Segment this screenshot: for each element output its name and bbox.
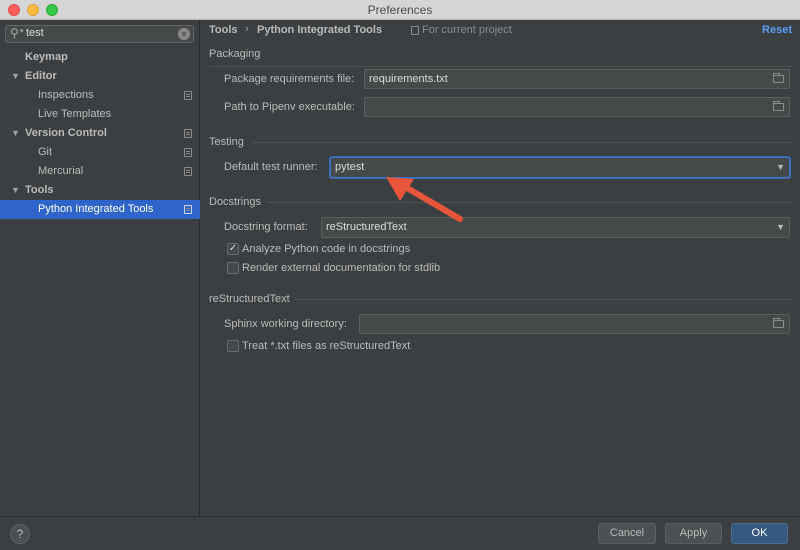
pipenv-path-field[interactable] (364, 97, 790, 117)
sidebar-item-label: Python Integrated Tools (38, 203, 154, 215)
sidebar-item-inspections[interactable]: Inspections (0, 86, 200, 105)
section-divider (209, 66, 792, 67)
section-title-restructuredtext: reStructuredText (209, 293, 290, 305)
sidebar-item-label: Git (38, 146, 53, 158)
folder-icon[interactable] (773, 73, 784, 83)
section-divider (267, 202, 792, 203)
sidebar-item-label: Live Templates (38, 108, 112, 120)
pipenv-path-label: Path to Pipenv executable: (224, 101, 355, 113)
dropdown-arrow-icon[interactable]: ▼ (776, 162, 785, 172)
sidebar-item-label: Tools (25, 184, 54, 196)
section-divider (253, 142, 792, 143)
requirements-file-label: Package requirements file: (224, 73, 355, 85)
chevron-down-icon[interactable]: ▼ (11, 181, 20, 200)
sidebar-item-keymap[interactable]: Keymap (0, 48, 200, 67)
search-options-icon[interactable]: ▾ (20, 27, 24, 35)
sidebar-item-git[interactable]: Git (0, 143, 200, 162)
project-scope-icon (184, 129, 192, 138)
breadcrumb-root: Tools (209, 24, 238, 36)
search-input[interactable]: test (26, 27, 44, 39)
scope-label: For current project (422, 24, 512, 36)
section-title-docstrings: Docstrings (209, 196, 261, 208)
section-divider (295, 299, 792, 300)
dialog-footer: ? Cancel Apply OK (0, 516, 800, 550)
sidebar-item-label: Mercurial (38, 165, 84, 177)
sidebar-item-tools[interactable]: ▼ Tools (0, 181, 200, 200)
sidebar-item-mercurial[interactable]: Mercurial (0, 162, 200, 181)
window-title: Preferences (367, 3, 433, 17)
sidebar-item-label: Version Control (25, 127, 107, 139)
help-button[interactable]: ? (10, 524, 30, 544)
section-title-testing: Testing (209, 136, 244, 148)
sphinx-directory-field[interactable] (359, 314, 790, 334)
sidebar-item-editor[interactable]: ▼ Editor (0, 67, 200, 86)
settings-sidebar: ⚲ ▾ test × Keymap ▼ Editor Inspections L… (0, 20, 200, 516)
sphinx-directory-label: Sphinx working directory: (224, 318, 347, 330)
project-scope-icon (184, 167, 192, 176)
clear-icon[interactable]: × (178, 28, 190, 40)
docstring-format-label: Docstring format: (224, 221, 308, 233)
folder-icon[interactable] (773, 318, 784, 328)
section-title-packaging: Packaging (209, 48, 261, 60)
treat-txt-as-rest-label[interactable]: Treat *.txt files as reStructuredText (242, 340, 410, 352)
window-titlebar: Preferences (0, 0, 800, 20)
treat-txt-as-rest-checkbox[interactable] (227, 340, 239, 352)
settings-panel: Tools › Python Integrated Tools For curr… (201, 20, 800, 516)
ok-button[interactable]: OK (731, 523, 788, 544)
requirements-file-value[interactable]: requirements.txt (369, 73, 448, 85)
sidebar-item-label: Inspections (38, 89, 94, 101)
sidebar-item-python-integrated-tools[interactable]: Python Integrated Tools (0, 200, 200, 219)
folder-icon[interactable] (773, 101, 784, 111)
sidebar-item-version-control[interactable]: ▼ Version Control (0, 124, 200, 143)
reset-link[interactable]: Reset (762, 24, 792, 36)
settings-search-field[interactable]: ⚲ ▾ test × (5, 25, 194, 43)
settings-tree: Keymap ▼ Editor Inspections Live Templat… (0, 48, 200, 219)
analyze-docstrings-label[interactable]: Analyze Python code in docstrings (242, 243, 410, 255)
project-scope-icon (184, 91, 192, 100)
analyze-docstrings-checkbox[interactable]: ✓ (227, 243, 239, 255)
apply-button[interactable]: Apply (665, 523, 722, 544)
test-runner-value[interactable]: pytest (335, 161, 364, 173)
checkmark-icon: ✓ (228, 243, 238, 254)
annotation-arrow (386, 177, 463, 222)
render-stdlib-docs-label[interactable]: Render external documentation for stdlib (242, 262, 440, 274)
requirements-file-field[interactable]: requirements.txt (364, 69, 790, 89)
breadcrumb-separator: › (245, 23, 249, 35)
sidebar-item-label: Keymap (25, 51, 68, 63)
search-icon: ⚲ (10, 26, 19, 40)
cancel-button[interactable]: Cancel (598, 523, 656, 544)
render-stdlib-docs-checkbox[interactable] (227, 262, 239, 274)
page-title: Python Integrated Tools (257, 24, 383, 36)
chevron-down-icon[interactable]: ▼ (11, 124, 20, 143)
sidebar-item-live-templates[interactable]: Live Templates (0, 105, 200, 124)
sidebar-item-label: Editor (25, 70, 57, 82)
dropdown-arrow-icon[interactable]: ▼ (776, 222, 785, 232)
chevron-down-icon[interactable]: ▼ (11, 67, 20, 86)
project-scope-icon (184, 148, 192, 157)
test-runner-label: Default test runner: (224, 161, 318, 173)
project-scope-icon (184, 205, 192, 214)
project-scope-icon (411, 26, 419, 35)
